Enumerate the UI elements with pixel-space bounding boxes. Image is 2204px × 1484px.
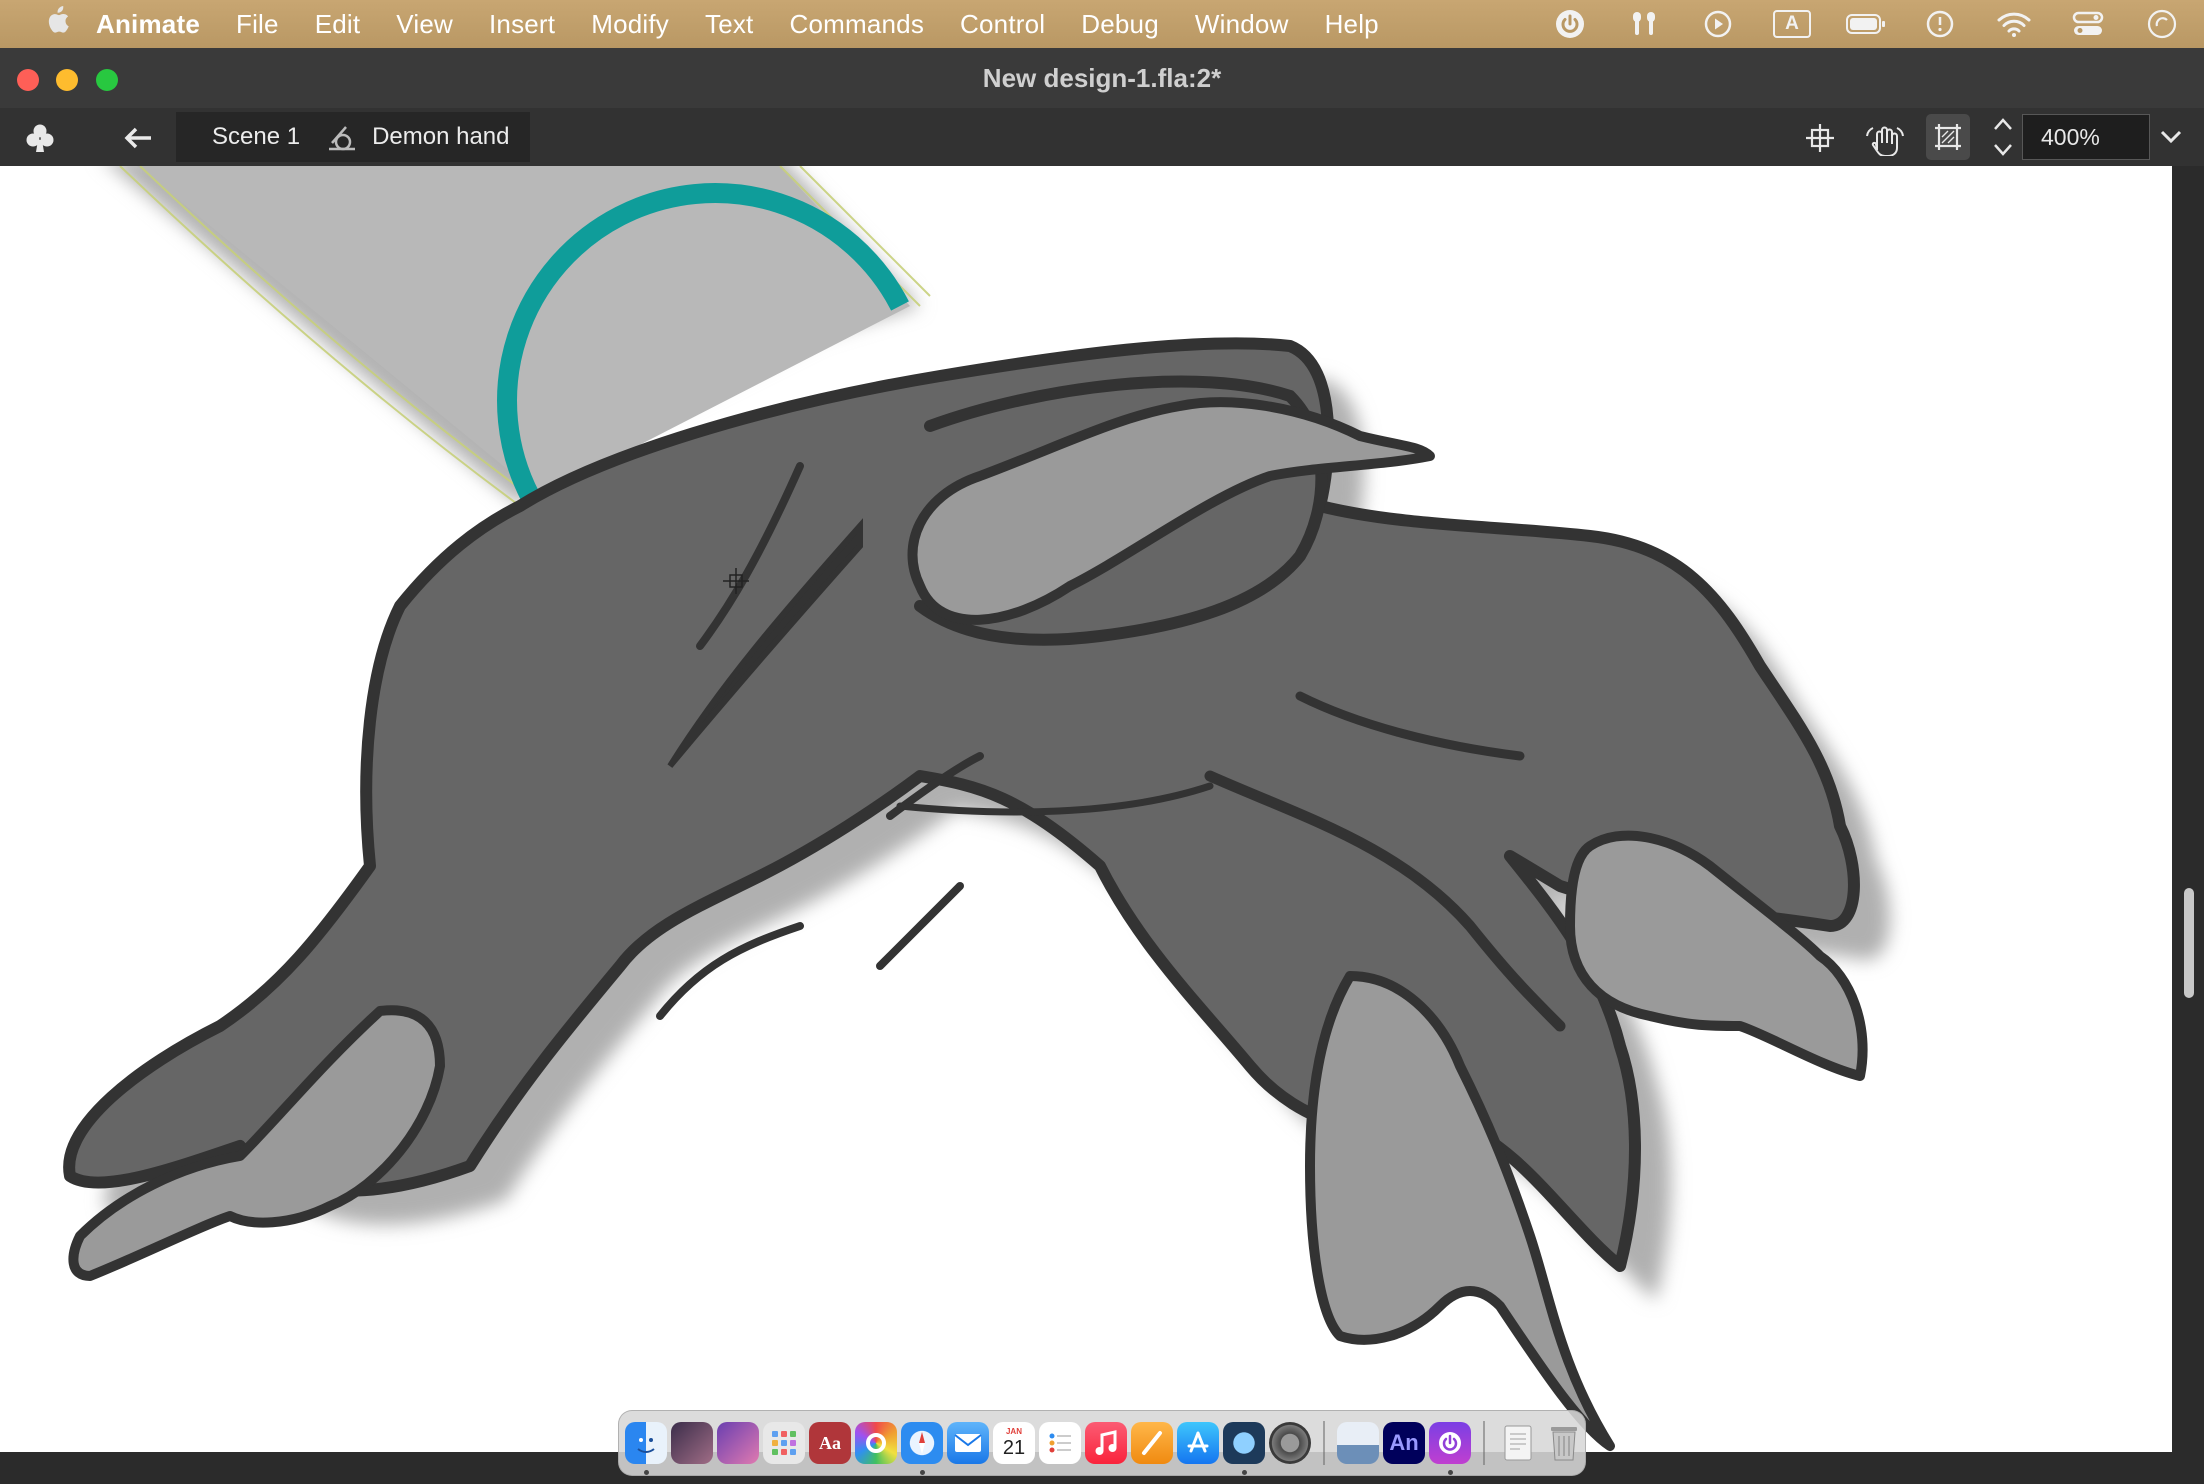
menu-window[interactable]: Window [1177,9,1307,40]
club-icon[interactable] [20,118,60,158]
menu-bar: Animate File Edit View Insert Modify Tex… [0,0,2204,48]
input-source-label: A [1773,10,1811,38]
zoom-stepper[interactable] [1988,112,2018,162]
mail-icon[interactable] [947,1422,989,1464]
pages-icon[interactable] [1131,1422,1173,1464]
wrinkle-6 [876,882,964,970]
graphic-symbol-icon [326,121,358,153]
play-circle-icon[interactable] [1696,7,1740,41]
document-icon[interactable] [1497,1422,1539,1464]
menu-control[interactable]: Control [942,9,1063,40]
power-app-icon[interactable] [1429,1422,1471,1475]
battery-icon[interactable] [1844,7,1888,41]
airpods-icon[interactable] [1622,7,1666,41]
trash-icon[interactable] [1543,1422,1585,1464]
creative-cloud-icon[interactable] [855,1422,897,1464]
power-icon[interactable] [1548,7,1592,41]
music-icon[interactable] [1085,1422,1127,1464]
breadcrumb: Scene 1 Demon hand [176,112,530,162]
finder-icon[interactable] [625,1422,667,1475]
menu-text[interactable]: Text [687,9,771,40]
clock-icon[interactable] [1918,7,1962,41]
window-title-bar: New design-1.fla:2* [0,48,2204,109]
dock: Aa JAN 21 An [618,1410,1586,1476]
back-arrow-button[interactable] [118,118,158,158]
menu-commands[interactable]: Commands [771,9,942,40]
window-title: New design-1.fla:2* [982,63,1222,93]
demon-hand-artwork[interactable] [0,166,2172,1452]
input-source-icon[interactable]: A [1770,7,1814,41]
dock-separator [1323,1421,1325,1465]
menu-view[interactable]: View [378,9,471,40]
siri-icon[interactable] [2140,7,2184,41]
menu-edit[interactable]: Edit [297,9,379,40]
chevron-down-icon[interactable] [2156,122,2186,152]
dictionary-icon[interactable]: Aa [809,1422,851,1464]
dock-separator [1483,1421,1485,1465]
calendar-month: JAN [1005,1427,1022,1436]
menu-app-name[interactable]: Animate [78,9,218,40]
app-store-icon[interactable] [1177,1422,1219,1464]
menu-insert[interactable]: Insert [471,9,573,40]
zoom-input[interactable]: 400% [2022,114,2150,160]
breadcrumb-scene[interactable]: Scene 1 [212,123,300,151]
calendar-icon[interactable]: JAN 21 [993,1422,1035,1464]
anime-app-icon[interactable] [717,1422,759,1464]
menu-help[interactable]: Help [1307,9,1397,40]
launchpad-icon[interactable] [763,1422,805,1464]
edit-bar: Scene 1 Demon hand 400% [0,108,2204,166]
animate-icon[interactable]: An [1383,1422,1425,1464]
control-center-icon[interactable] [2066,7,2110,41]
reminders-icon[interactable] [1039,1422,1081,1464]
safari-icon[interactable] [901,1422,943,1475]
scrollbar-thumb[interactable] [2184,888,2194,998]
calendar-day: 21 [1002,1437,1026,1459]
menu-debug[interactable]: Debug [1063,9,1177,40]
vertical-scrollbar[interactable] [2172,166,2204,1452]
clip-stage-icon[interactable] [1926,114,1970,160]
system-preferences-icon[interactable] [1269,1422,1311,1464]
preview-icon[interactable] [1337,1422,1379,1464]
snap-crosshair-icon[interactable] [1800,118,1840,158]
menu-modify[interactable]: Modify [573,9,687,40]
rotate-hand-icon[interactable] [1862,116,1908,160]
menu-file[interactable]: File [218,9,297,40]
photo-app-icon[interactable] [671,1422,713,1464]
stage-canvas[interactable] [0,166,2172,1452]
status-icons: A [1548,0,2184,48]
quicktime-icon[interactable] [1223,1422,1265,1475]
apple-menu-icon[interactable] [36,5,78,43]
wifi-icon[interactable] [1992,7,2036,41]
breadcrumb-symbol[interactable]: Demon hand [372,123,509,151]
